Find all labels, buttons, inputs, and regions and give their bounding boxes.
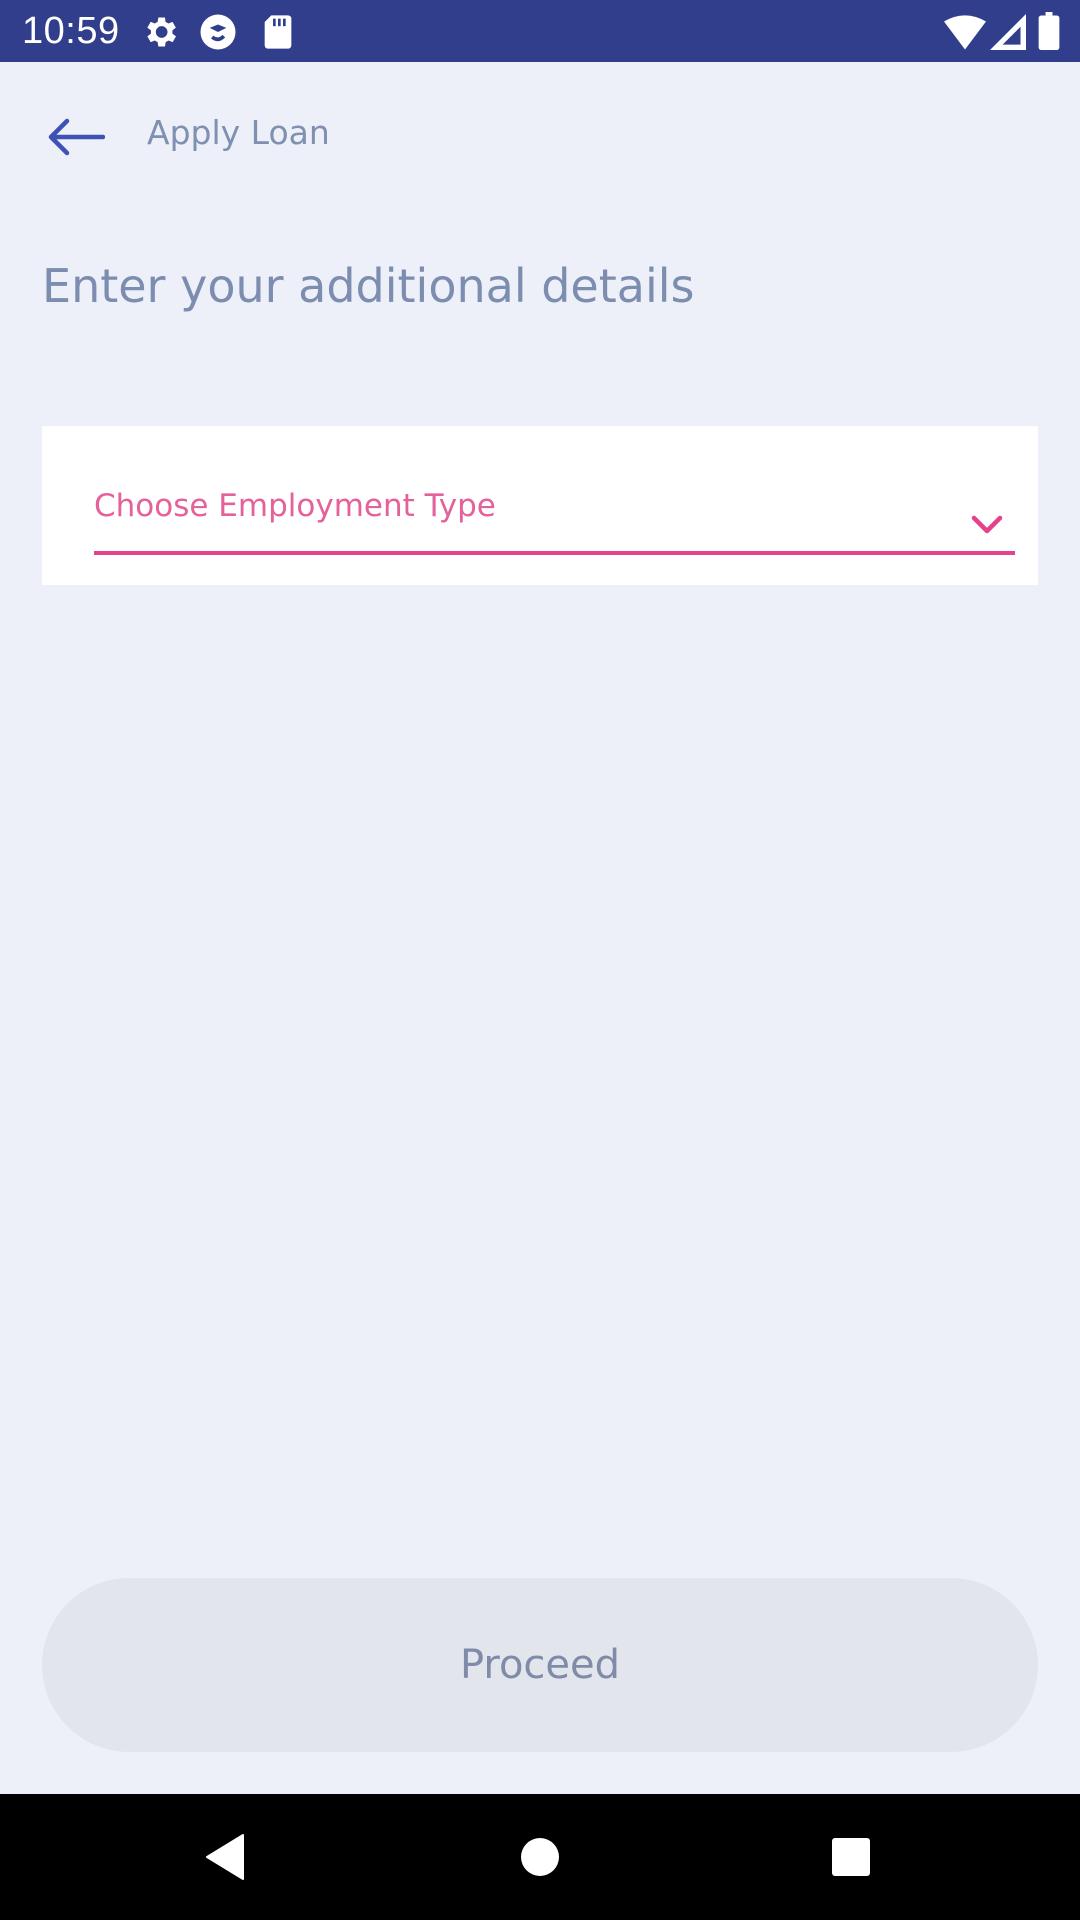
navigation-bar [0,1794,1080,1920]
sync-icon [200,14,236,50]
nav-home-button[interactable] [500,1817,580,1897]
nav-back-button[interactable] [185,1817,265,1897]
employment-type-dropdown[interactable]: Choose Employment Type [94,450,1015,555]
dropdown-underline [94,551,1015,555]
app-bar-title: Apply Loan [147,113,330,152]
employment-card: Choose Employment Type [42,426,1038,585]
home-circle-icon [521,1838,559,1876]
signal-icon [990,14,1026,50]
sd-card-icon [264,15,292,49]
page-heading: Enter your additional details [42,259,695,313]
nav-recents-button[interactable] [811,1817,891,1897]
apply-loan-screen: 10:59 Apply Loan Enter your additional d… [0,0,1080,1920]
employment-type-label: Choose Employment Type [94,488,496,524]
settings-icon [147,17,176,47]
proceed-button[interactable]: Proceed [42,1578,1038,1752]
back-button[interactable] [30,104,120,170]
arrow-left-icon [48,118,105,156]
status-bar: 10:59 [0,0,1080,62]
battery-icon [1038,12,1060,50]
back-triangle-icon [206,1834,244,1880]
status-time: 10:59 [22,10,120,52]
recents-square-icon [832,1838,870,1876]
chevron-down-icon [971,515,1003,534]
wifi-icon [944,15,986,50]
